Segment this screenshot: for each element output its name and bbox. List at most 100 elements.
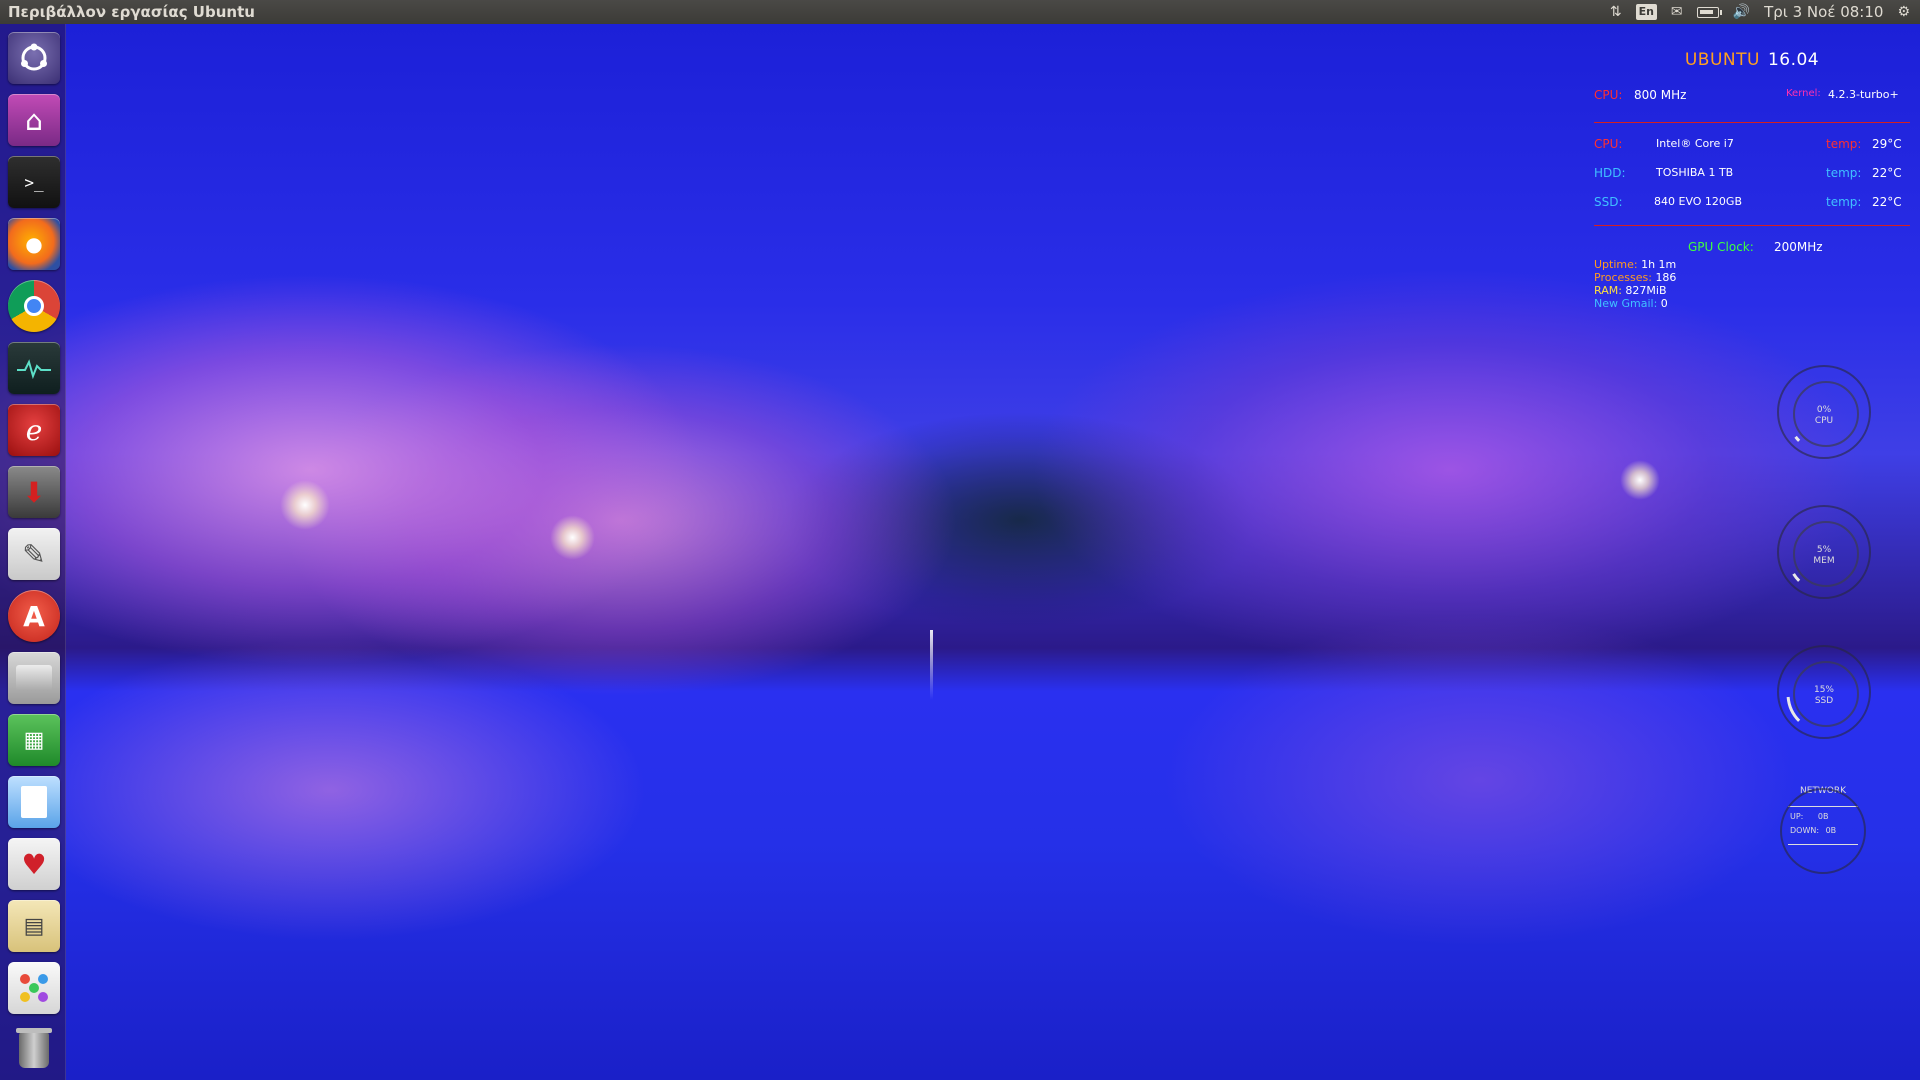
lantern-glow	[280, 480, 330, 530]
envelope-icon[interactable]: ✉	[1671, 3, 1683, 21]
launcher-drive-button[interactable]	[8, 652, 60, 704]
battery-icon[interactable]	[1696, 3, 1722, 21]
launcher-mahjongg-button[interactable]: ▤	[8, 900, 60, 952]
download-arrow-icon: ⬇	[22, 475, 46, 509]
launcher-flow-game-button[interactable]	[8, 962, 60, 1014]
clock[interactable]: Τρι 3 Νοέ 08:10	[1764, 3, 1883, 21]
hw-label: CPU:	[1594, 137, 1623, 151]
uptime-label: Uptime:	[1594, 258, 1638, 271]
e-logo-icon: e	[25, 413, 43, 447]
conky-monitor: UBUNTU 16.04 CPU: 800 MHz Kernel: 4.2.3-t…	[1594, 50, 1910, 310]
cpu-freq-label: CPU:	[1594, 88, 1623, 102]
water-reflection	[930, 630, 933, 700]
gmail-line: New Gmail: 0	[1594, 297, 1910, 310]
dots-icon	[20, 974, 48, 1002]
tiles-icon: ▤	[23, 913, 45, 939]
lantern-glow	[550, 515, 595, 560]
chrome-icon	[24, 296, 44, 316]
hw-temp-value: 22°C	[1872, 195, 1902, 209]
launcher-transmission-button[interactable]: ⬇	[8, 466, 60, 518]
terminal-icon: >_	[24, 172, 44, 192]
kernel-value: 4.2.3-turbo+	[1828, 88, 1899, 101]
divider	[1594, 225, 1910, 226]
os-name: UBUNTU	[1684, 50, 1760, 70]
hw-temp-value: 22°C	[1872, 166, 1902, 180]
hw-model: TOSHIBA 1 TB	[1656, 166, 1734, 179]
uptime-value: 1h 1m	[1641, 258, 1677, 271]
drive-icon	[16, 665, 52, 691]
launcher-solitaire-button[interactable]: ♥	[8, 838, 60, 890]
lantern-glow	[1620, 460, 1660, 500]
ubuntu-logo-icon	[21, 43, 47, 71]
launcher-writer-button[interactable]	[8, 776, 60, 828]
cpu-gauge: 0% CPU	[1777, 365, 1871, 459]
spreadsheet-icon: ▦	[23, 727, 45, 753]
ssd-gauge: 15% SSD	[1777, 645, 1871, 739]
launcher-eclipse-button[interactable]: e	[8, 404, 60, 456]
hw-model: Intel® Core i7	[1656, 137, 1734, 150]
uptime-line: Uptime: 1h 1m	[1594, 258, 1910, 271]
hw-row-cpu: CPU: Intel® Core i7 temp: 29°C	[1594, 137, 1910, 166]
speaker-icon[interactable]: 🔊	[1733, 3, 1750, 21]
cpu-freq-value: 800 MHz	[1634, 88, 1687, 102]
gpu-value: 200MHz	[1774, 240, 1823, 254]
launcher-text-editor-button[interactable]: ✎	[8, 528, 60, 580]
pen-icon: ✎	[22, 537, 46, 571]
updown-arrows-icon[interactable]: ⇅	[1610, 3, 1622, 21]
window-title: Περιβάλλον εργασίας Ubuntu	[8, 3, 255, 21]
processes-label: Processes:	[1594, 271, 1652, 284]
hw-temp-label: temp:	[1826, 166, 1862, 180]
hw-row-hdd: HDD: TOSHIBA 1 TB temp: 22°C	[1594, 166, 1910, 195]
launcher-files-button[interactable]: ⌂	[8, 94, 60, 146]
launcher-firefox-button[interactable]: ●	[8, 218, 60, 270]
gear-icon[interactable]: ⚙	[1897, 3, 1910, 21]
keyboard-layout-indicator[interactable]: En	[1635, 4, 1657, 20]
kernel-label: Kernel:	[1786, 88, 1821, 99]
gauge-text: 0% CPU	[1779, 405, 1869, 427]
gauge-text: 5% MEM	[1779, 545, 1869, 567]
gauge-text: 15% SSD	[1779, 685, 1869, 707]
cpu-kernel-row: CPU: 800 MHz Kernel: 4.2.3-turbo+	[1594, 88, 1910, 110]
ram-line: RAM: 827MiB	[1594, 284, 1910, 297]
hw-row-ssd: SSD: 840 EVO 120GB temp: 22°C	[1594, 195, 1910, 217]
hw-temp-label: temp:	[1826, 195, 1862, 209]
heartbeat-icon	[17, 359, 51, 380]
hw-temp-label: temp:	[1826, 137, 1862, 151]
network-monitor: NETWORK UP: 0B DOWN: 0B	[1780, 786, 1866, 886]
network-ring	[1780, 788, 1866, 874]
hw-label: HDD:	[1594, 166, 1626, 180]
gmail-label: New Gmail:	[1594, 297, 1658, 310]
processes-value: 186	[1655, 271, 1677, 284]
document-icon	[21, 786, 47, 818]
hw-label: SSD:	[1594, 195, 1623, 209]
trash-icon	[16, 1028, 52, 1068]
playing-cards-icon: ♥	[21, 847, 47, 881]
gauge-label: MEM	[1813, 556, 1835, 566]
os-title: UBUNTU 16.04	[1594, 50, 1910, 70]
launcher-software-center-button[interactable]: A	[8, 590, 60, 642]
launcher-trash-button[interactable]	[8, 1024, 60, 1076]
ram-value: 827MiB	[1625, 284, 1667, 297]
launcher-terminal-button[interactable]: >_	[8, 156, 60, 208]
launcher-spreadsheet-button[interactable]: ▦	[8, 714, 60, 766]
launcher-dash-button[interactable]	[8, 32, 60, 84]
gauge-percent: 15%	[1813, 685, 1834, 695]
processes-line: Processes: 186	[1594, 271, 1910, 284]
launcher-system-monitor-button[interactable]	[8, 342, 60, 394]
home-folder-icon: ⌂	[25, 103, 43, 137]
gpu-row: GPU Clock: 200MHz	[1594, 240, 1910, 258]
firefox-icon: ●	[25, 232, 43, 256]
ram-label: RAM:	[1594, 284, 1622, 297]
gauge-percent: 5%	[1816, 545, 1832, 555]
gpu-label: GPU Clock:	[1688, 240, 1754, 254]
hw-temp-value: 29°C	[1872, 137, 1902, 151]
launcher: ⌂ >_ ● e ⬇ ✎ A ▦ ♥ ▤	[0, 24, 66, 1080]
launcher-chrome-button[interactable]	[8, 280, 60, 332]
hw-model: 840 EVO 120GB	[1654, 195, 1742, 208]
gauge-percent: 0%	[1816, 405, 1832, 415]
divider	[1594, 122, 1910, 123]
mem-gauge: 5% MEM	[1777, 505, 1871, 599]
top-panel: Περιβάλλον εργασίας Ubuntu ⇅ En ✉ 🔊 Τρι …	[0, 0, 1920, 24]
system-tray: ⇅ En ✉ 🔊 Τρι 3 Νοέ 08:10 ⚙	[1610, 0, 1920, 24]
software-a-icon: A	[23, 599, 45, 633]
